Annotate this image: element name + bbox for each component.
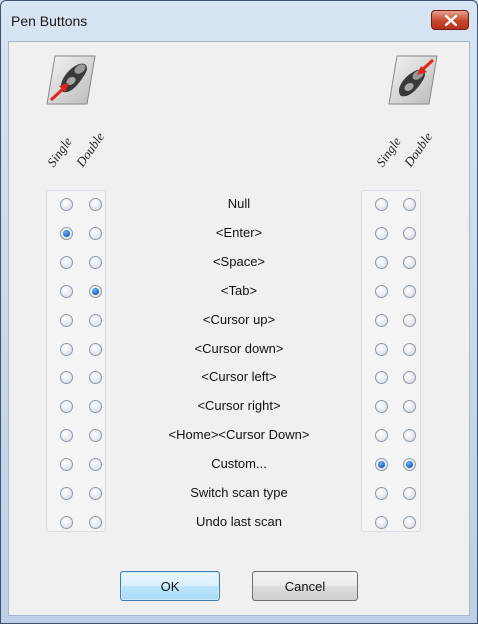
right-double-radio[interactable] — [403, 314, 416, 327]
left-single-radio[interactable] — [60, 227, 73, 240]
right-double-radio[interactable] — [403, 429, 416, 442]
action-label: <Cursor right> — [197, 398, 281, 413]
left-single-label: Single — [43, 134, 75, 170]
right-double-radio[interactable] — [403, 371, 416, 384]
dialog-body: Single Double Single Double Null <Enter> <… — [8, 41, 470, 616]
action-label: <Cursor left> — [201, 369, 277, 384]
pen-top-button-icon — [388, 55, 438, 105]
right-double-radio[interactable] — [403, 227, 416, 240]
action-label: Undo last scan — [196, 514, 282, 529]
pen-bottom-button-icon — [46, 55, 96, 105]
left-single-radio[interactable] — [60, 400, 73, 413]
right-double-radio[interactable] — [403, 343, 416, 356]
left-single-radio[interactable] — [60, 458, 73, 471]
left-single-radio[interactable] — [60, 371, 73, 384]
right-single-radio[interactable] — [375, 314, 388, 327]
right-double-radio[interactable] — [403, 285, 416, 298]
left-double-radio[interactable] — [89, 429, 102, 442]
left-double-radio[interactable] — [89, 314, 102, 327]
right-single-radio[interactable] — [375, 343, 388, 356]
right-double-radio[interactable] — [403, 198, 416, 211]
title-bar[interactable]: Pen Buttons — [1, 1, 477, 41]
right-double-radio[interactable] — [403, 400, 416, 413]
left-single-radio[interactable] — [60, 343, 73, 356]
left-single-radio[interactable] — [60, 314, 73, 327]
left-single-radio[interactable] — [60, 429, 73, 442]
left-double-radio[interactable] — [89, 343, 102, 356]
right-single-radio[interactable] — [375, 227, 388, 240]
right-double-radio[interactable] — [403, 516, 416, 529]
action-label: Custom... — [211, 456, 267, 471]
left-single-radio[interactable] — [60, 487, 73, 500]
left-double-radio[interactable] — [89, 198, 102, 211]
left-radio-group — [46, 190, 106, 532]
left-single-radio[interactable] — [60, 198, 73, 211]
left-double-radio[interactable] — [89, 516, 102, 529]
right-single-label: Single — [372, 134, 404, 170]
left-single-radio[interactable] — [60, 516, 73, 529]
left-double-radio[interactable] — [89, 487, 102, 500]
left-double-radio[interactable] — [89, 285, 102, 298]
action-label: <Cursor down> — [194, 341, 284, 356]
ok-button[interactable]: OK — [120, 571, 220, 601]
right-double-radio[interactable] — [403, 458, 416, 471]
left-double-radio[interactable] — [89, 458, 102, 471]
window-title: Pen Buttons — [11, 13, 88, 29]
action-label: <Enter> — [215, 225, 263, 240]
right-single-radio[interactable] — [375, 285, 388, 298]
left-double-radio[interactable] — [89, 371, 102, 384]
cancel-button[interactable]: Cancel — [252, 571, 358, 601]
left-single-radio[interactable] — [60, 285, 73, 298]
right-single-radio[interactable] — [375, 516, 388, 529]
right-single-radio[interactable] — [375, 429, 388, 442]
right-double-radio[interactable] — [403, 487, 416, 500]
action-label: <Space> — [212, 254, 266, 269]
action-label: Switch scan type — [190, 485, 288, 500]
right-single-radio[interactable] — [375, 371, 388, 384]
right-double-radio[interactable] — [403, 256, 416, 269]
right-radio-group — [361, 190, 421, 532]
action-label: <Tab> — [220, 283, 258, 298]
close-icon — [444, 14, 458, 27]
right-single-radio[interactable] — [375, 256, 388, 269]
action-label: Null — [227, 196, 251, 211]
action-label: <Cursor up> — [202, 312, 276, 327]
left-double-radio[interactable] — [89, 256, 102, 269]
left-single-radio[interactable] — [60, 256, 73, 269]
right-single-radio[interactable] — [375, 400, 388, 413]
action-label: <Home><Cursor Down> — [168, 427, 310, 442]
pen-buttons-dialog: Pen Buttons Single Double Single Double … — [0, 0, 478, 624]
left-double-radio[interactable] — [89, 400, 102, 413]
right-single-radio[interactable] — [375, 458, 388, 471]
close-button[interactable] — [431, 10, 469, 30]
left-double-radio[interactable] — [89, 227, 102, 240]
right-double-label: Double — [400, 129, 436, 170]
right-single-radio[interactable] — [375, 487, 388, 500]
left-double-label: Double — [72, 129, 108, 170]
right-single-radio[interactable] — [375, 198, 388, 211]
